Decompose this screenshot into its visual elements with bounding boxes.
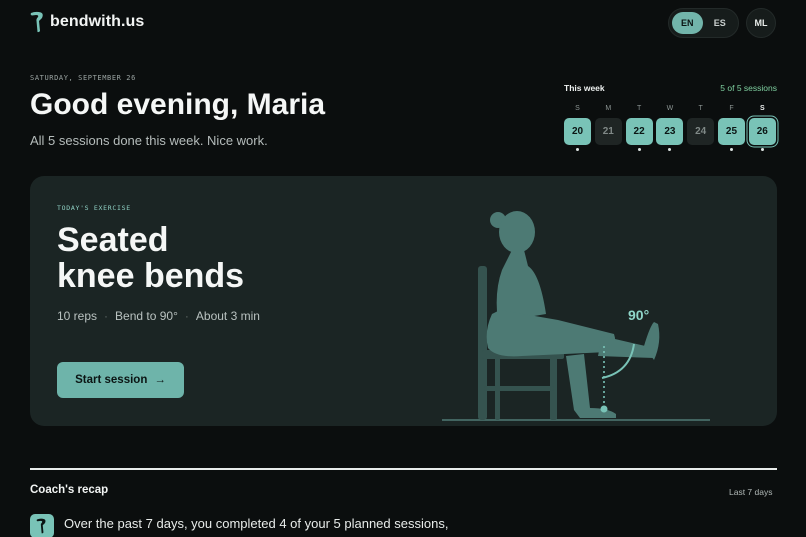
recap-range: Last 7 days [729, 487, 773, 497]
week-day-letter: T [698, 105, 703, 112]
week-days: S 20 M 21 T 22 W 23 T 24 F 25 S 26 [564, 105, 777, 151]
knee-logo-icon [30, 11, 43, 33]
week-day-letter: F [729, 105, 734, 112]
week-session-count: 5 of 5 sessions [720, 83, 777, 93]
week-title: This week [564, 83, 605, 93]
angle-guide-dot [600, 405, 608, 413]
recap-title: Coach's recap [30, 484, 109, 496]
exercise-title-line-1: Seated [57, 221, 169, 259]
recap-text: Over the past 7 days, you completed 4 of… [64, 516, 449, 531]
session-dot [607, 148, 610, 151]
session-dot [760, 148, 764, 151]
meta-separator: · [104, 309, 109, 323]
session-dot [576, 148, 579, 151]
start-session-button[interactable]: Start session → [57, 362, 184, 398]
week-day-rest[interactable]: 24 [687, 118, 715, 145]
section-divider [30, 468, 777, 470]
lang-en-button[interactable]: EN [672, 12, 703, 34]
week-day-completed[interactable]: 23 [656, 118, 684, 145]
todays-exercise-card: TODAY'S EXERCISE Seated knee bends 10 re… [30, 176, 777, 426]
exercise-duration: About 3 min [195, 309, 260, 323]
arrow-right-icon: → [154, 374, 166, 386]
session-dot [637, 148, 641, 151]
session-dot [668, 148, 672, 151]
user-avatar[interactable]: ML [746, 8, 776, 38]
knee-logo-icon [36, 518, 46, 534]
greeting-subline: All 5 sessions done this week. Nice work… [30, 133, 268, 148]
week-day-letter: W [666, 105, 674, 112]
session-dot [729, 148, 733, 151]
week-day-letter: M [605, 105, 612, 112]
week-day-letter: T [636, 105, 642, 112]
week-day: T 24 [687, 105, 715, 151]
exercise-title-line-2: knee bends [57, 257, 245, 295]
greeting-title: Good evening, Maria [30, 88, 326, 121]
seated-knee-bend-illustration: 90° [442, 211, 710, 421]
week-day: F 25 [717, 105, 745, 151]
exercise-reps: 10 reps [57, 309, 98, 323]
week-day-rest[interactable]: 21 [594, 118, 622, 145]
angle-label: 90° [628, 307, 649, 323]
exercise-angle: Bend to 90° [115, 309, 178, 323]
week-day-completed[interactable]: 22 [625, 118, 653, 145]
exercise-title: Seated knee bends [57, 222, 244, 294]
week-tracker: This week 5 of 5 sessions S 20 M 21 T 22 W 23 T 2… [564, 83, 777, 151]
week-day: S 20 [564, 105, 591, 151]
brand-name: bendwith.us [50, 13, 145, 30]
week-day-letter: S [759, 105, 765, 112]
exercise-meta: 10 reps · Bend to 90° · About 3 min [57, 309, 260, 323]
language-switch: EN ES [668, 8, 739, 38]
session-dot [699, 148, 702, 151]
brand-logo[interactable]: bendwith.us [30, 11, 144, 33]
week-day: M 21 [594, 105, 622, 151]
week-day: W 23 [656, 105, 684, 151]
week-day-completed[interactable]: 20 [564, 118, 591, 145]
meta-separator: · [184, 309, 189, 323]
week-day-letter: S [575, 105, 580, 112]
app-header: bendwith.us EN ES ML [0, 0, 806, 46]
week-day-completed[interactable]: 26 [748, 118, 776, 145]
current-date: SATURDAY, SEPTEMBER 26 [30, 74, 136, 82]
week-day-completed[interactable]: 25 [717, 118, 745, 145]
lang-es-button[interactable]: ES [705, 12, 736, 34]
start-session-label: Start session [75, 374, 148, 386]
week-day: S 26 [748, 105, 776, 151]
exercise-tag: TODAY'S EXERCISE [57, 204, 131, 212]
coach-icon [30, 514, 54, 537]
week-day: T 22 [625, 105, 653, 151]
